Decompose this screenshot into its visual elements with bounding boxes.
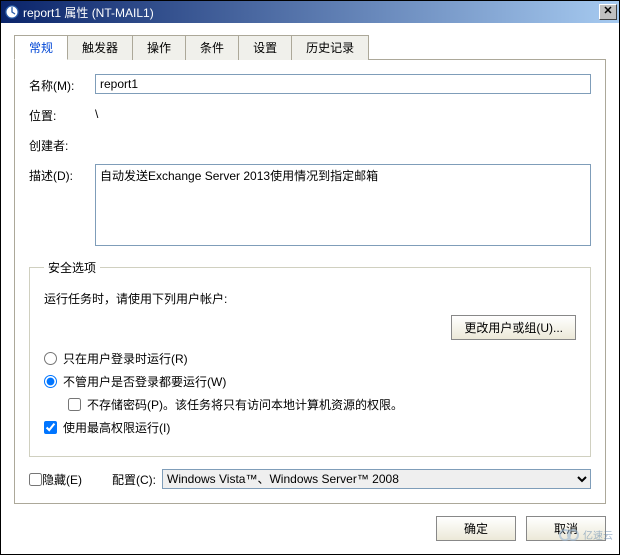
watermark: 亿速云	[557, 525, 613, 548]
author-label: 创建者:	[29, 134, 95, 154]
highest-priv-label: 使用最高权限运行(I)	[63, 419, 170, 436]
description-label: 描述(D):	[29, 164, 95, 184]
dialog-buttons: 确定 取消	[14, 516, 606, 541]
close-button[interactable]: ✕	[599, 4, 617, 20]
location-value: \	[95, 104, 591, 121]
tab-actions[interactable]: 操作	[132, 35, 186, 60]
bottom-row: 隐藏(E) 配置(C): Windows Vista™、Windows Serv…	[29, 469, 591, 489]
tab-settings[interactable]: 设置	[238, 35, 292, 60]
titlebar: report1 属性 (NT-MAIL1) ✕	[1, 1, 619, 23]
security-options-group: 安全选项 运行任务时，请使用下列用户帐户: 更改用户或组(U)... 只在用户登…	[29, 259, 591, 457]
only-logged-on-radio[interactable]	[44, 352, 57, 365]
author-value	[95, 134, 591, 137]
description-input[interactable]	[95, 164, 591, 246]
tab-triggers[interactable]: 触发器	[67, 35, 133, 60]
name-label: 名称(M):	[29, 74, 95, 94]
configure-label: 配置(C):	[112, 471, 156, 488]
configure-select[interactable]: Windows Vista™、Windows Server™ 2008	[162, 469, 591, 489]
svg-text:亿速云: 亿速云	[583, 529, 613, 542]
security-legend: 安全选项	[44, 259, 100, 276]
ok-button[interactable]: 确定	[436, 516, 516, 541]
name-input[interactable]	[95, 74, 591, 94]
window-title: report1 属性 (NT-MAIL1)	[23, 4, 599, 21]
highest-priv-checkbox[interactable]	[44, 421, 57, 434]
window-icon	[5, 5, 19, 19]
tab-history[interactable]: 历史记录	[291, 35, 369, 60]
task-properties-window: report1 属性 (NT-MAIL1) ✕ 常规 触发器 操作 条件 设置 …	[0, 0, 620, 555]
only-logged-on-label: 只在用户登录时运行(R)	[63, 350, 188, 367]
location-label: 位置:	[29, 104, 95, 124]
tab-conditions[interactable]: 条件	[185, 35, 239, 60]
hidden-label: 隐藏(E)	[42, 471, 82, 488]
run-regardless-label: 不管用户是否登录都要运行(W)	[63, 373, 226, 390]
run-regardless-radio[interactable]	[44, 375, 57, 388]
tab-panel-general: 名称(M): 位置: \ 创建者: 描述(D): 安全选项 运行任务时，请使用下…	[14, 60, 606, 504]
run-as-prompt: 运行任务时，请使用下列用户帐户:	[44, 286, 576, 315]
tab-general[interactable]: 常规	[14, 35, 68, 60]
window-content: 常规 触发器 操作 条件 设置 历史记录 名称(M): 位置: \ 创建者: 描…	[1, 23, 619, 554]
no-store-password-label: 不存储密码(P)。该任务将只有访问本地计算机资源的权限。	[87, 396, 403, 413]
hidden-checkbox[interactable]	[29, 473, 42, 486]
no-store-password-checkbox[interactable]	[68, 398, 81, 411]
tab-strip: 常规 触发器 操作 条件 设置 历史记录	[14, 34, 606, 60]
change-user-button[interactable]: 更改用户或组(U)...	[451, 315, 576, 340]
